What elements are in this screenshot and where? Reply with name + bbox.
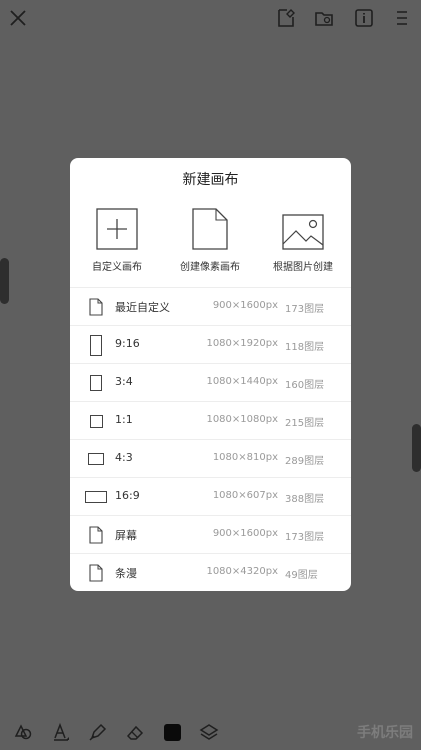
new-file-icon[interactable] [275,7,297,29]
preset-size: 1080×1440px [206,376,278,387]
brush-icon[interactable] [87,721,109,743]
menu-icon[interactable] [391,7,413,29]
close-icon[interactable] [7,7,29,29]
layers-icon[interactable] [198,721,220,743]
dialog-title: 新建画布 [182,172,239,188]
preset-layers: 173图层 [285,304,325,315]
preset-row-3-4[interactable]: 3:4 1080×1440px 160图层 [70,363,351,401]
from-image-label: 根据图片创建 [273,262,333,273]
new-canvas-dialog: 新建画布 自定义画布 创建像素画布 根据图片创建 最近自定义 900×1600p… [70,158,351,591]
top-toolbar [0,0,421,36]
preset-name: 1:1 [115,413,133,426]
ratio-4-3-icon [88,453,104,465]
watermark-logo: 手机乐园 [357,725,413,741]
custom-canvas-option[interactable]: 自定义画布 [70,208,164,273]
eraser-icon[interactable] [124,721,146,743]
preset-size: 1080×4320px [206,566,278,577]
preset-size: 1080×607px [212,490,278,501]
preset-name: 屏幕 [115,529,137,542]
preset-name: 16:9 [115,489,140,502]
image-icon [282,214,324,250]
ratio-3-4-icon [90,375,102,391]
preset-layers: 160图层 [285,380,325,391]
preset-name: 条漫 [115,567,137,580]
preset-size: 1080×810px [212,452,278,463]
preset-layers: 215图层 [285,418,325,429]
preset-layers: 173图层 [285,532,325,543]
ratio-9-16-icon [90,334,102,356]
preset-size: 900×1600px [212,300,278,311]
preset-row-1-1[interactable]: 1:1 1080×1080px 215图层 [70,401,351,439]
text-tool-icon[interactable] [50,721,72,743]
ratio-1-1-icon [89,414,103,428]
document-icon [89,298,103,316]
info-icon[interactable] [353,7,375,29]
folder-icon[interactable] [313,7,335,29]
pixel-canvas-label: 创建像素画布 [180,262,240,273]
document-icon [192,208,228,250]
preset-row-4-3[interactable]: 4:3 1080×810px 289图层 [70,439,351,477]
plus-square-icon [96,208,138,250]
preset-layers: 289图层 [285,456,325,467]
preset-row-recent-custom[interactable]: 最近自定义 900×1600px 173图层 [70,287,351,325]
preset-size: 1080×1920px [206,338,278,349]
preset-name: 3:4 [115,375,133,388]
preset-layers: 118图层 [285,342,325,353]
preset-size: 1080×1080px [206,414,278,425]
preset-list: 最近自定义 900×1600px 173图层 9:16 1080×1920px … [70,287,351,591]
color-swatch[interactable] [161,721,183,743]
bottom-toolbar: 手机乐园 [0,712,421,750]
preset-row-16-9[interactable]: 16:9 1080×607px 388图层 [70,477,351,515]
document-icon [89,526,103,544]
left-panel-handle[interactable] [0,258,9,304]
preset-row-9-16[interactable]: 9:16 1080×1920px 118图层 [70,325,351,363]
preset-name: 4:3 [115,451,133,464]
right-panel-handle[interactable] [412,424,421,472]
preset-name: 9:16 [115,337,140,350]
preset-layers: 49图层 [285,570,318,581]
preset-row-screen[interactable]: 屏幕 900×1600px 173图层 [70,515,351,553]
preset-size: 900×1600px [212,528,278,539]
document-icon [89,564,103,582]
pixel-canvas-option[interactable]: 创建像素画布 [163,208,257,273]
from-image-option[interactable]: 根据图片创建 [256,208,350,273]
preset-row-webtoon[interactable]: 条漫 1080×4320px 49图层 [70,553,351,591]
preset-name: 最近自定义 [115,301,170,314]
ratio-16-9-icon [85,491,107,503]
preset-layers: 388图层 [285,494,325,505]
custom-canvas-label: 自定义画布 [92,262,142,273]
shapes-icon[interactable] [12,721,34,743]
